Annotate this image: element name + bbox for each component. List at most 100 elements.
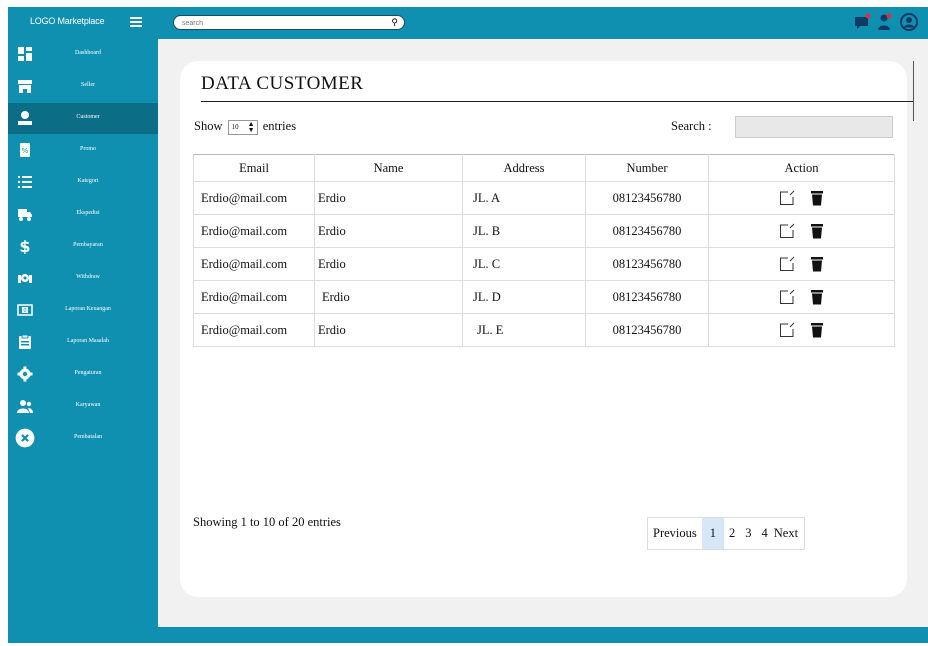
report-icon: [19, 334, 31, 349]
entries-value: 10: [231, 122, 239, 131]
sidebar-item-label: Ekspedisi: [76, 210, 100, 216]
show-label: Show: [194, 119, 223, 133]
edit-icon[interactable]: [779, 289, 795, 305]
delete-icon[interactable]: [810, 223, 824, 239]
sidebar-item-withdraw[interactable]: Withdraw: [8, 263, 158, 294]
store-icon: [18, 80, 32, 93]
sidebar-item-label: Customer: [76, 114, 100, 120]
cell-action: [708, 214, 895, 248]
cell-address: JL. A: [462, 181, 586, 215]
sidebar-item-label: Promo: [79, 146, 96, 152]
table-row: Erdio@mail.com Erdio JL. E 08123456780: [193, 313, 895, 347]
app-window: LOGO Marketplace ⚲ D: [8, 7, 928, 643]
sidebar-item-label: Kategori: [77, 178, 99, 184]
edit-icon[interactable]: [779, 256, 795, 272]
search-icon[interactable]: ⚲: [391, 17, 398, 28]
sidebar-item-label: Seller: [81, 82, 95, 88]
sidebar-item-karyawan[interactable]: Karyawan: [8, 391, 158, 422]
pagination-page-1[interactable]: 1: [701, 518, 724, 549]
sidebar-item-customer[interactable]: Customer: [8, 103, 158, 134]
sidebar-item-pengaturan[interactable]: Pengaturan: [8, 359, 158, 390]
cancel-icon: [15, 428, 35, 448]
cell-action: [708, 247, 895, 281]
cell-name: Erdio: [314, 181, 463, 215]
cell-name: Erdio: [314, 247, 463, 281]
user-icon: [18, 111, 32, 125]
cell-name: Erdio: [314, 214, 463, 248]
sidebar-item-label: Withdraw: [76, 274, 100, 280]
table-info: Showing 1 to 10 of 20 entries: [193, 515, 341, 529]
chat-notification-icon[interactable]: [854, 13, 872, 31]
divider: [201, 101, 913, 102]
sidebar-item-label: Pengaturan: [74, 370, 102, 376]
sidebar-item-label: Pembatalan: [74, 434, 102, 440]
cell-number: 08123456780: [585, 214, 709, 248]
list-icon: [18, 176, 32, 188]
column-header-number[interactable]: Number: [585, 154, 709, 182]
sidebar-item-kategori[interactable]: Kategori: [8, 167, 158, 198]
cell-email: Erdio@mail.com: [193, 280, 315, 314]
sidebar-item-laporan-masalah[interactable]: Laporan Masalah: [8, 327, 158, 358]
search-box[interactable]: ⚲: [173, 15, 405, 30]
pagination-previous[interactable]: Previous: [648, 518, 702, 549]
edit-icon[interactable]: [779, 322, 795, 338]
edit-icon[interactable]: [779, 223, 795, 239]
spinner-arrows-icon[interactable]: ▲ ▼: [248, 120, 255, 133]
cell-number: 08123456780: [585, 181, 709, 215]
cell-name: Erdio: [314, 280, 463, 314]
cell-name: Erdio: [314, 313, 463, 347]
table-row: Erdio@mail.com Erdio JL. D 08123456780: [193, 280, 895, 314]
sidebar-item-seller[interactable]: Seller: [8, 71, 158, 102]
cell-address: JL. D: [462, 280, 586, 314]
table-row: Erdio@mail.com Erdio JL. A 08123456780: [193, 181, 895, 215]
sidebar-item-promo[interactable]: % Promo: [8, 135, 158, 166]
search-input[interactable]: [182, 18, 382, 28]
column-header-email[interactable]: Email: [193, 154, 315, 182]
table-search-input[interactable]: [735, 116, 893, 138]
customer-table: Email Name Address Number Action Erdio@m…: [193, 154, 895, 347]
sidebar-item-label: Karyawan: [75, 402, 101, 408]
edit-icon[interactable]: [779, 190, 795, 206]
column-header-name[interactable]: Name: [314, 154, 463, 182]
delete-icon[interactable]: [810, 256, 824, 272]
sidebar-item-dashboard[interactable]: Dashboard: [8, 39, 158, 70]
sidebar-item-ekspedisi[interactable]: Ekspedisi: [8, 199, 158, 230]
users-icon: [17, 400, 33, 413]
column-header-action: Action: [708, 154, 895, 182]
delete-icon[interactable]: [810, 322, 824, 338]
column-header-address[interactable]: Address: [462, 154, 586, 182]
sidebar-item-label: Laporan Keuangan: [65, 306, 111, 312]
user-notification-icon[interactable]: [876, 13, 894, 31]
delete-icon[interactable]: [810, 289, 824, 305]
menu-toggle-icon[interactable]: [130, 17, 142, 27]
sidebar-item-laporan-keuangan[interactable]: 0 Laporan Keuangan: [8, 295, 158, 326]
pagination-page-2[interactable]: 2: [724, 518, 740, 549]
cell-address: JL. B: [462, 214, 586, 248]
sidebar-item-label: Laporan Masalah: [67, 338, 109, 344]
cell-number: 08123456780: [585, 313, 709, 347]
table-header-row: Email Name Address Number Action: [193, 154, 895, 182]
cell-email: Erdio@mail.com: [193, 247, 315, 281]
pagination-page-3[interactable]: 3: [740, 518, 756, 549]
account-icon[interactable]: [900, 13, 918, 31]
sidebar-item-pembayaran[interactable]: $ Pembayaran: [8, 231, 158, 262]
cell-address: JL. E: [462, 313, 586, 347]
dollar-icon: $: [19, 238, 30, 254]
entries-select[interactable]: 10 ▲ ▼: [227, 119, 258, 135]
pagination-page-4[interactable]: 4: [757, 518, 773, 549]
cell-email: Erdio@mail.com: [193, 181, 315, 215]
truck-icon: [18, 209, 32, 221]
sidebar-item-pembatalan[interactable]: Pembatalan: [8, 423, 158, 454]
footer-bar: [158, 627, 928, 643]
sidebar-item-label: Pembayaran: [73, 242, 103, 248]
dashboard-icon: [18, 47, 32, 61]
pagination-next[interactable]: Next: [773, 518, 804, 549]
sidebar-item-label: Dashboard: [75, 50, 101, 56]
header-actions: [854, 13, 924, 33]
brand-logo[interactable]: LOGO Marketplace: [30, 16, 105, 26]
sidebar: Dashboard Seller Customer % Promo Katego…: [8, 39, 158, 643]
cell-action: [708, 181, 895, 215]
cell-number: 08123456780: [585, 247, 709, 281]
promo-tag-icon: %: [20, 143, 30, 157]
delete-icon[interactable]: [810, 190, 824, 206]
